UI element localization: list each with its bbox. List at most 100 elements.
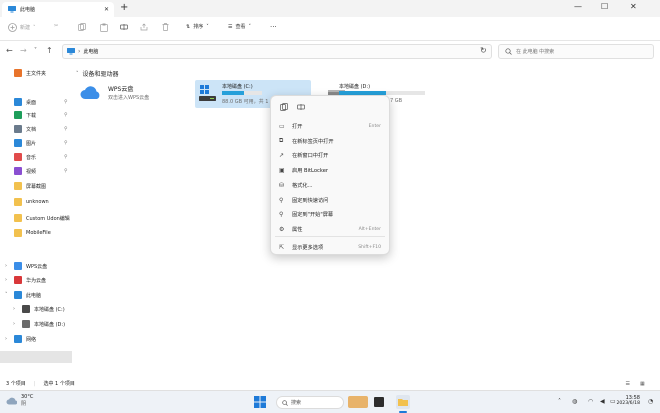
copy-icon — [280, 103, 288, 111]
volume-icon[interactable]: ◀ — [600, 398, 605, 405]
search-box[interactable]: 在 此电脑 中搜索 — [498, 44, 654, 59]
music-icon — [14, 153, 22, 161]
sidebar-item-label: 下载 — [26, 112, 37, 119]
navigation-pane: 主文件夹 桌面 ⚲ 下载 ⚲ 文档 ⚲ 图片 ⚲ 音乐 ⚲ 视频 ⚲ 屏幕截图 unknown Custom … — [0, 63, 72, 376]
sidebar-item-tree-1[interactable]: 华为云盘 — [14, 274, 72, 286]
search-highlight-image[interactable] — [348, 396, 368, 408]
sidebar-item-quick-7[interactable]: 屏幕截图 — [14, 180, 72, 192]
details-view-icon[interactable]: ☰ — [626, 381, 630, 387]
new-button[interactable]: 新建 ˅ — [8, 23, 36, 32]
sidebar-item-tree-5[interactable]: 网络 — [14, 333, 72, 345]
recent-chevron-icon[interactable]: ˅ — [34, 47, 37, 55]
pc-icon — [67, 48, 75, 55]
minimize-button[interactable]: — — [574, 2, 582, 12]
group-header[interactable]: ˅ 设备和驱动器 — [76, 69, 119, 79]
notification-icon[interactable]: ◔ — [648, 398, 653, 405]
copy-quick-button[interactable] — [278, 101, 290, 113]
sidebar-item-label: unknown — [26, 199, 49, 205]
wps-cloud-item[interactable]: WPS云盘 双击进入WPS云盘 — [80, 84, 149, 101]
sidebar-item-tree-0[interactable]: WPS云盘 — [14, 260, 72, 272]
tab-close-icon[interactable]: ✕ — [104, 6, 109, 13]
menu-item-2[interactable]: ↗ 在新窗口中打开 — [271, 148, 389, 162]
folder-icon — [398, 398, 408, 406]
close-button[interactable]: ✕ — [630, 2, 637, 12]
copy-button[interactable] — [78, 23, 86, 31]
sort-label: 排序 — [193, 24, 204, 30]
windows-logo-icon — [254, 396, 266, 408]
menu-item-5[interactable]: ⚲ 固定到快速访问 — [271, 193, 389, 207]
pin-icon[interactable]: ⚲ — [64, 99, 68, 105]
pin-icon[interactable]: ⚲ — [64, 154, 68, 160]
item-count: 3 个项目 — [6, 381, 26, 387]
drive-d-name: 本地磁盘 (D:) — [339, 84, 371, 90]
refresh-icon[interactable]: ↻ — [480, 46, 487, 55]
file-explorer-taskbar-button[interactable] — [396, 395, 410, 409]
expand-chevron-icon[interactable]: › — [5, 277, 7, 283]
tray-app-icon[interactable]: ◍ — [572, 398, 577, 405]
rename-quick-button[interactable] — [295, 101, 307, 113]
pin-icon[interactable]: ⚲ — [64, 126, 68, 132]
menu-item-3[interactable]: ▣ 启用 BitLocker — [271, 163, 389, 177]
back-arrow-icon[interactable]: ← — [6, 47, 13, 55]
view-button[interactable]: ☰ 查看 ˅ — [228, 23, 251, 31]
sidebar-item-tree-2[interactable]: 此电脑 — [14, 289, 72, 301]
expand-chevron-icon[interactable]: › — [5, 263, 7, 269]
rename-button[interactable] — [120, 23, 128, 31]
expand-chevron-icon[interactable]: › — [13, 321, 15, 327]
properties-icon: ⚙ — [279, 225, 285, 233]
sidebar-item-tree-3[interactable]: 本地磁盘 (C:) — [22, 303, 80, 315]
new-tab-button[interactable]: + — [120, 3, 128, 13]
sidebar-item-quick-0[interactable]: 主文件夹 — [14, 67, 72, 79]
more-button[interactable]: ··· — [270, 23, 277, 31]
menu-item-label: 固定到"开始"屏幕 — [292, 211, 334, 218]
menu-item-0[interactable]: ▭ 打开 Enter — [271, 119, 389, 133]
menu-item-1[interactable]: ⧉ 在新标签页中打开 — [271, 134, 389, 148]
folder-icon — [14, 214, 22, 222]
weather-widget[interactable]: 30°C 阴 — [6, 394, 33, 407]
taskbar-search[interactable]: 搜索 — [276, 396, 344, 409]
breadcrumb-this-pc[interactable]: 此电脑 — [83, 48, 98, 55]
menu-item-shortcut: Enter — [368, 123, 381, 129]
menu-item-label: 在新窗口中打开 — [292, 152, 329, 159]
sidebar-item-label: 主文件夹 — [26, 70, 47, 77]
task-view-icon[interactable] — [374, 397, 384, 407]
search-input[interactable]: 在 此电脑 中搜索 — [516, 48, 554, 55]
clock[interactable]: 13:58 2023/6/18 — [616, 395, 640, 406]
pc-icon — [14, 291, 22, 299]
bitlocker-icon: ▣ — [279, 166, 285, 174]
menu-item-6[interactable]: ⚲ 固定到"开始"屏幕 — [271, 207, 389, 221]
sidebar-item-quick-8[interactable]: unknown — [14, 196, 72, 208]
paste-button[interactable] — [100, 23, 108, 32]
sort-button[interactable]: ⇅ 排序 ˅ — [186, 23, 209, 31]
expand-chevron-icon[interactable]: › — [13, 306, 15, 312]
context-menu: ▭ 打开 Enter ⧉ 在新标签页中打开 ↗ 在新窗口中打开 ▣ 启用 BitLocker ⛁ 格… — [270, 95, 390, 255]
sidebar-item-quick-10[interactable]: MobileFile — [14, 227, 72, 239]
wifi-icon[interactable]: ◠ — [588, 398, 593, 405]
sidebar-item-quick-9[interactable]: Custom Udon编辑 — [14, 212, 72, 224]
start-button[interactable] — [254, 396, 266, 408]
address-bar[interactable]: › 此电脑 ˅ — [62, 44, 492, 59]
expand-chevron-icon[interactable]: › — [5, 336, 7, 342]
tiles-view-icon[interactable]: ▦ — [640, 381, 645, 387]
search-icon — [505, 48, 512, 55]
sidebar-item-tree-4[interactable]: 本地磁盘 (D:) — [22, 318, 80, 330]
up-arrow-icon[interactable]: ↑ — [46, 47, 53, 55]
pc-icon — [8, 6, 16, 13]
menu-item-8[interactable]: ⇱ 显示更多选项 Shift+F10 — [271, 240, 389, 254]
menu-item-7[interactable]: ⚙ 属性 Alt+Enter — [271, 222, 389, 236]
forward-arrow-icon[interactable]: → — [20, 47, 27, 55]
pin-icon[interactable]: ⚲ — [64, 112, 68, 118]
pin-icon[interactable]: ⚲ — [64, 168, 68, 174]
tray-chevron-icon[interactable]: ˄ — [558, 398, 561, 405]
battery-icon[interactable]: ▭ — [610, 398, 616, 405]
pin-icon[interactable]: ⚲ — [64, 140, 68, 146]
tab-this-pc[interactable]: 此电脑 ✕ — [2, 2, 114, 17]
maximize-button[interactable]: ☐ — [601, 2, 608, 12]
share-button[interactable] — [140, 23, 148, 31]
cut-button[interactable]: ✂ — [54, 23, 58, 29]
sidebar-item-label: 本地磁盘 (D:) — [34, 321, 66, 328]
menu-item-4[interactable]: ⛁ 格式化... — [271, 178, 389, 192]
expand-chevron-icon[interactable]: ˅ — [5, 292, 8, 298]
pin-icon: ⚲ — [279, 196, 284, 204]
delete-button[interactable] — [162, 23, 169, 31]
